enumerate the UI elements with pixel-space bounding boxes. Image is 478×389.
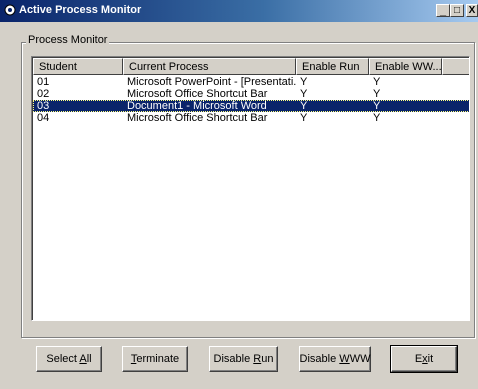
- column-header-enable-run[interactable]: Enable Run: [296, 58, 369, 75]
- cell-student: 02: [37, 88, 50, 100]
- column-header-current-process[interactable]: Current Process: [123, 58, 296, 75]
- cell-enable-run: Y: [300, 88, 308, 100]
- cell-process: Microsoft PowerPoint - [Presentati...: [127, 76, 296, 88]
- cell-enable-run: Y: [300, 76, 308, 88]
- disable-www-button[interactable]: Disable WWW: [299, 346, 371, 372]
- cell-process: Microsoft Office Shortcut Bar: [127, 88, 268, 100]
- table-row[interactable]: 02 Microsoft Office Shortcut Bar Y Y: [33, 88, 469, 100]
- table-row[interactable]: 04 Microsoft Office Shortcut Bar Y Y: [33, 112, 469, 124]
- cell-enable-run: Y: [300, 112, 308, 124]
- list-header: Student Current Process Enable Run Enabl…: [33, 58, 469, 75]
- cell-enable-www: Y: [373, 112, 381, 124]
- minimize-icon: _: [439, 4, 447, 17]
- process-list[interactable]: Student Current Process Enable Run Enabl…: [31, 56, 470, 321]
- select-all-label: Select All: [46, 353, 92, 365]
- window-title: Active Process Monitor: [19, 4, 142, 16]
- column-header-student[interactable]: Student: [33, 58, 123, 75]
- app-icon[interactable]: [4, 4, 16, 16]
- cell-process: Microsoft Office Shortcut Bar: [127, 112, 268, 124]
- minimize-button[interactable]: _: [436, 4, 450, 17]
- cell-student: 01: [37, 76, 50, 88]
- cell-enable-www: Y: [373, 88, 381, 100]
- cell-student: 03: [37, 100, 50, 112]
- exit-button[interactable]: Exit: [390, 345, 458, 373]
- maximize-button[interactable]: □: [450, 4, 464, 17]
- close-icon: X: [468, 4, 476, 16]
- terminate-label: Terminate: [130, 353, 180, 365]
- table-row-selected[interactable]: 03 Document1 - Microsoft Word Y Y: [33, 100, 469, 112]
- disable-www-label: Disable WWW: [299, 353, 371, 365]
- maximize-icon: □: [453, 4, 461, 16]
- close-button[interactable]: X: [466, 4, 478, 17]
- disable-run-button[interactable]: Disable Run: [209, 346, 278, 372]
- cell-enable-www: Y: [373, 100, 381, 112]
- cell-enable-run: Y: [300, 100, 308, 112]
- column-header-enable-www[interactable]: Enable WW...: [369, 58, 442, 75]
- terminate-button[interactable]: Terminate: [122, 346, 188, 372]
- cell-enable-www: Y: [373, 76, 381, 88]
- group-label: Process Monitor: [26, 34, 110, 46]
- exit-label: Exit: [414, 353, 434, 365]
- select-all-button[interactable]: Select All: [36, 346, 102, 372]
- table-row[interactable]: 01 Microsoft PowerPoint - [Presentati...…: [33, 76, 469, 88]
- cell-process: Document1 - Microsoft Word: [127, 100, 267, 112]
- title-bar[interactable]: Active Process Monitor _ □ X: [0, 0, 478, 22]
- column-header-filler: [442, 58, 469, 75]
- cell-student: 04: [37, 112, 50, 124]
- disable-run-label: Disable Run: [213, 353, 274, 365]
